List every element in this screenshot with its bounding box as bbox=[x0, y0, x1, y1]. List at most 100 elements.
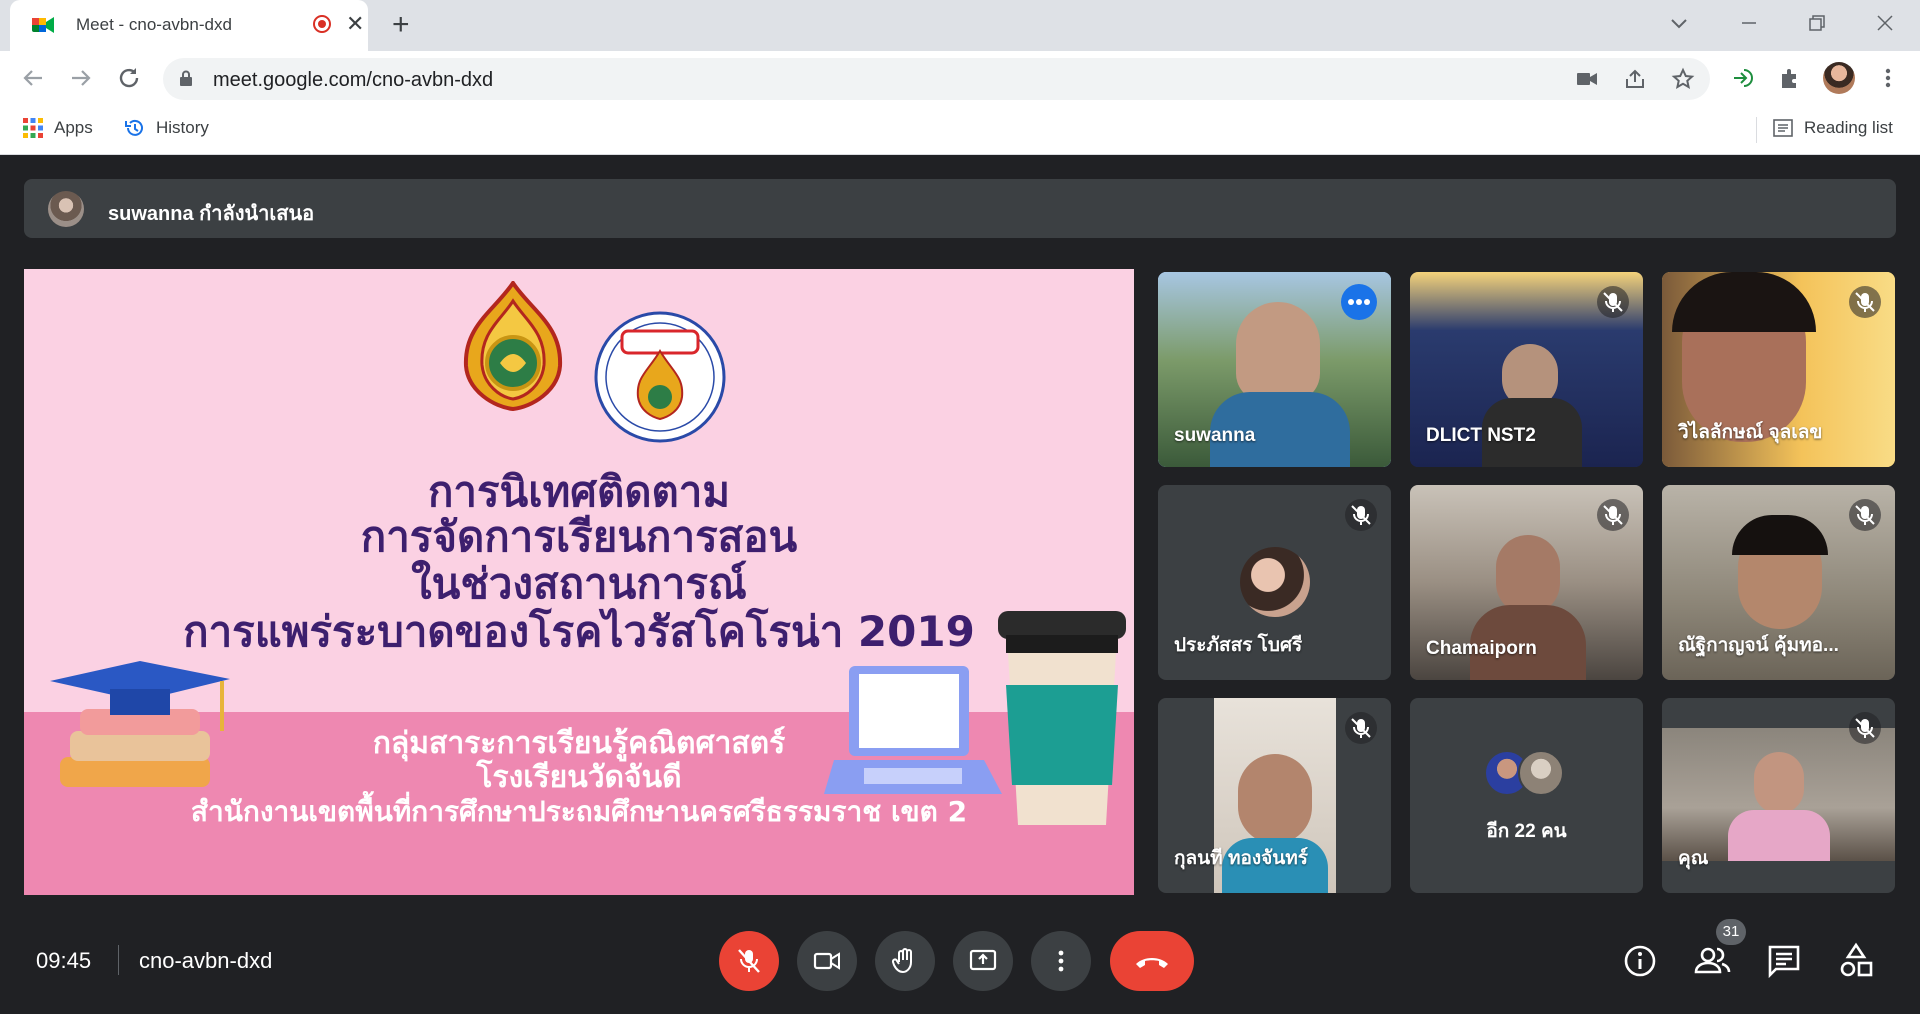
raise-hand-icon bbox=[891, 948, 912, 974]
others-avatar-2 bbox=[1518, 750, 1564, 796]
leave-call-button[interactable] bbox=[1110, 931, 1194, 991]
toolbar: meet.google.com/cno-avbn-dxd bbox=[0, 51, 1920, 105]
lock-icon bbox=[180, 70, 192, 86]
address-bar[interactable]: meet.google.com/cno-avbn-dxd bbox=[163, 58, 1710, 100]
presentation-slide: การนิเทศติดตาม การจัดการเรียนการสอน ในช่… bbox=[24, 269, 1134, 895]
back-icon[interactable] bbox=[18, 63, 48, 93]
meeting-details-icon[interactable] bbox=[1618, 939, 1662, 983]
meeting-time: 09:45 bbox=[36, 948, 92, 973]
others-tile[interactable]: อีก 22 คน bbox=[1410, 698, 1643, 893]
participant-name: วิไลลักษณ์ จุลเลข bbox=[1678, 422, 1823, 443]
history-icon bbox=[125, 119, 143, 136]
participant-tile-kulnathi[interactable]: กุลนที ทองจันทร์ bbox=[1158, 698, 1391, 893]
slide-title-line-4: การแพร่ระบาดของโรคไวรัสโคโรน่า 2019 bbox=[183, 607, 975, 656]
participant-avatar bbox=[1240, 547, 1310, 617]
muted-mic-icon bbox=[1849, 499, 1881, 531]
more-vert-icon bbox=[1058, 950, 1064, 972]
meeting-code: cno-avbn-dxd bbox=[139, 948, 273, 973]
obec-emblem-logo bbox=[463, 281, 563, 411]
bookmark-history[interactable]: History bbox=[124, 117, 209, 139]
extensions-puzzle-icon[interactable] bbox=[1777, 65, 1803, 91]
bookmarks-bar: Apps History Reading list bbox=[0, 105, 1920, 155]
close-tab-icon[interactable]: ✕ bbox=[346, 12, 364, 36]
share-icon[interactable] bbox=[1623, 67, 1647, 91]
muted-mic-icon bbox=[1345, 499, 1377, 531]
participant-tile-natthikan[interactable]: ณัฐิกาญจน์ คุ้มทอ... bbox=[1662, 485, 1895, 680]
activities-icon[interactable] bbox=[1834, 939, 1878, 983]
participant-name: suwanna bbox=[1174, 425, 1256, 446]
participant-tile-self[interactable]: คุณ bbox=[1662, 698, 1895, 893]
others-count-label: อีก 22 คน bbox=[1486, 821, 1567, 842]
time-divider bbox=[118, 945, 119, 975]
participant-face bbox=[1236, 302, 1320, 402]
participant-tile-wilailak[interactable]: วิไลลักษณ์ จุลเลข bbox=[1662, 272, 1895, 467]
bookmarks-divider bbox=[1756, 117, 1757, 143]
slide-subtitle-line-3: สำนักงานเขตพื้นที่การศึกษาประถมศึกษานครศ… bbox=[190, 795, 968, 828]
bookmark-apps[interactable]: Apps bbox=[22, 117, 93, 139]
muted-mic-icon bbox=[1849, 712, 1881, 744]
muted-mic-icon bbox=[1849, 286, 1881, 318]
participant-tile-prapatsorn[interactable]: ประภัสสร โบศรี bbox=[1158, 485, 1391, 680]
url-text: meet.google.com/cno-avbn-dxd bbox=[213, 69, 494, 91]
participant-tile-suwanna[interactable]: suwanna bbox=[1158, 272, 1391, 467]
more-options-menu-button[interactable] bbox=[1031, 931, 1091, 991]
slide-title-line-3: ในช่วงสถานการณ์ bbox=[411, 559, 747, 608]
bookmark-star-icon[interactable] bbox=[1671, 67, 1695, 91]
camera-icon bbox=[813, 952, 840, 970]
muted-mic-icon bbox=[1597, 286, 1629, 318]
toggle-camera-button[interactable] bbox=[797, 931, 857, 991]
extension-sign-in-icon[interactable] bbox=[1730, 65, 1756, 91]
restore-icon[interactable] bbox=[1806, 12, 1828, 34]
more-options-button[interactable] bbox=[1341, 284, 1377, 320]
apps-grid-icon bbox=[23, 118, 43, 138]
participant-name: ณัฐิกาญจน์ คุ้มทอ... bbox=[1678, 635, 1839, 656]
hang-up-icon bbox=[1136, 958, 1168, 968]
participant-face bbox=[1496, 535, 1560, 615]
raise-hand-button[interactable] bbox=[875, 931, 935, 991]
people-count-badge: 31 bbox=[1716, 919, 1746, 945]
participant-name: คุณ bbox=[1678, 848, 1709, 869]
participant-tile-chamaiporn[interactable]: Chamaiporn bbox=[1410, 485, 1643, 680]
participant-face bbox=[1754, 752, 1804, 814]
school-logo bbox=[594, 311, 726, 443]
tab-strip: Meet - cno-avbn-dxd ✕ + bbox=[0, 0, 1920, 51]
tab-meet[interactable]: Meet - cno-avbn-dxd ✕ bbox=[10, 0, 368, 51]
window-close-icon[interactable] bbox=[1874, 12, 1896, 34]
reading-list-button[interactable]: Reading list bbox=[1772, 117, 1893, 139]
chat-icon[interactable] bbox=[1762, 939, 1806, 983]
participant-name: ประภัสสร โบศรี bbox=[1174, 635, 1303, 656]
reading-list-label: Reading list bbox=[1804, 118, 1893, 137]
participant-name: Chamaiporn bbox=[1426, 638, 1537, 659]
apps-label: Apps bbox=[54, 118, 93, 137]
presenting-text: suwanna กำลังนำเสนอ bbox=[108, 203, 315, 225]
camera-permission-icon[interactable] bbox=[1575, 67, 1599, 91]
mic-off-icon bbox=[738, 949, 760, 973]
chrome-menu-icon[interactable] bbox=[1875, 65, 1901, 91]
reading-list-icon bbox=[1773, 119, 1793, 137]
minimize-icon[interactable] bbox=[1738, 12, 1760, 34]
people-icon[interactable] bbox=[1690, 939, 1734, 983]
tab-search-icon[interactable] bbox=[1668, 12, 1690, 34]
more-dots-icon bbox=[1348, 299, 1370, 305]
present-now-button[interactable] bbox=[953, 931, 1013, 991]
slide-title-line-2: การจัดการเรียนการสอน bbox=[360, 512, 798, 561]
tab-title: Meet - cno-avbn-dxd bbox=[76, 15, 232, 34]
profile-avatar[interactable] bbox=[1823, 62, 1855, 94]
muted-mic-icon bbox=[1345, 712, 1377, 744]
participant-face bbox=[1238, 754, 1312, 844]
participant-tile-dlict[interactable]: DLICT NST2 bbox=[1410, 272, 1643, 467]
participant-body bbox=[1728, 810, 1830, 861]
new-tab-button[interactable]: + bbox=[392, 8, 410, 42]
forward-icon[interactable] bbox=[66, 63, 96, 93]
participant-name: กุลนที ทองจันทร์ bbox=[1174, 848, 1309, 869]
toggle-mic-button[interactable] bbox=[719, 931, 779, 991]
muted-mic-icon bbox=[1597, 499, 1629, 531]
presenting-banner: suwanna กำลังนำเสนอ bbox=[24, 179, 1896, 238]
reload-icon[interactable] bbox=[114, 63, 144, 93]
browser-chrome: Meet - cno-avbn-dxd ✕ + meet.google.com/… bbox=[0, 0, 1920, 155]
history-label: History bbox=[156, 118, 209, 137]
slide-subtitle-line-1: กลุ่มสาระการเรียนรู้คณิตศาสตร์ bbox=[372, 726, 786, 761]
slide-subtitle-line-2: โรงเรียนวัดจันดี bbox=[476, 760, 682, 795]
participant-name: DLICT NST2 bbox=[1426, 425, 1536, 446]
recording-icon bbox=[313, 15, 331, 33]
